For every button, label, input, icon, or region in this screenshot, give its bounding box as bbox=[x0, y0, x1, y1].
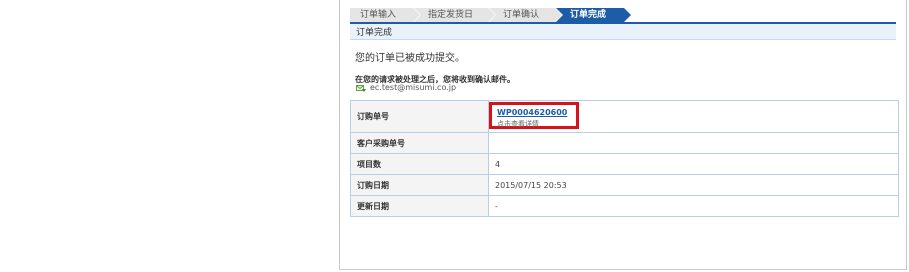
page: 订单输入 指定发货日 订单确认 订单完成 订单完成 您的订单已被成功提交。 在您… bbox=[0, 0, 909, 272]
order-number-highlight: WP0004620600 点击查看详情 bbox=[489, 102, 579, 129]
email-line: ec.test@misumi.co.jp bbox=[356, 83, 456, 92]
step-order-input: 订单输入 bbox=[350, 8, 421, 22]
order-number-cell: WP0004620600 点击查看详情 bbox=[488, 100, 899, 133]
table-row: 客户采购单号 bbox=[350, 132, 899, 154]
step-order-confirm: 订单确认 bbox=[489, 8, 563, 22]
step-delivery-date: 指定发货日 bbox=[414, 8, 496, 22]
item-count-value: 4 bbox=[488, 153, 899, 175]
update-date-label: 更新日期 bbox=[350, 195, 489, 217]
customer-po-value bbox=[488, 132, 899, 154]
customer-po-label: 客户采购单号 bbox=[350, 132, 489, 154]
order-date-label: 订购日期 bbox=[350, 174, 489, 196]
order-steps: 订单输入 指定发货日 订单确认 订单完成 bbox=[350, 8, 632, 22]
step-order-complete: 订单完成 bbox=[556, 8, 632, 22]
order-date-value: 2015/07/15 20:53 bbox=[488, 174, 899, 196]
success-message: 您的订单已被成功提交。 bbox=[355, 53, 465, 64]
update-date-value: - bbox=[488, 195, 899, 217]
table-row: 订购单号 WP0004620600 点击查看详情 bbox=[350, 100, 899, 133]
order-number-label: 订购单号 bbox=[350, 100, 489, 133]
view-details-text: 点击查看详情 bbox=[497, 120, 539, 128]
order-info-table: 订购单号 WP0004620600 点击查看详情 客户采购单号 项目数 4 订购… bbox=[350, 100, 899, 217]
section-title: 订单完成 bbox=[350, 22, 896, 40]
table-row: 更新日期 - bbox=[350, 195, 899, 217]
email-address: ec.test@misumi.co.jp bbox=[370, 83, 457, 92]
order-number-link[interactable]: WP0004620600 bbox=[497, 108, 567, 117]
order-panel: 订单输入 指定发货日 订单确认 订单完成 订单完成 您的订单已被成功提交。 在您… bbox=[339, 0, 907, 270]
item-count-label: 项目数 bbox=[350, 153, 489, 175]
table-row: 项目数 4 bbox=[350, 153, 899, 175]
mail-arrow-icon bbox=[356, 84, 366, 92]
table-row: 订购日期 2015/07/15 20:53 bbox=[350, 174, 899, 196]
